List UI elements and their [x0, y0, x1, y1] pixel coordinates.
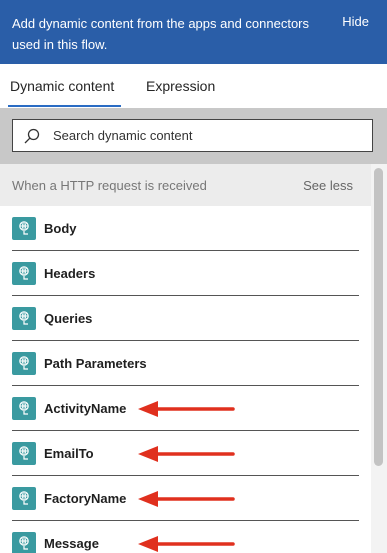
list-item[interactable]: EmailTo: [0, 431, 371, 476]
http-request-icon: [12, 307, 36, 330]
red-arrow-icon: [138, 491, 235, 507]
list-item[interactable]: FactoryName: [0, 476, 371, 521]
search-input[interactable]: [53, 120, 363, 151]
item-label: Message: [44, 536, 99, 551]
section-header: When a HTTP request is received See less: [0, 164, 371, 206]
http-request-icon: [12, 352, 36, 375]
item-label: Headers: [44, 266, 96, 281]
red-arrow-icon: [138, 401, 235, 417]
list-item[interactable]: Queries: [0, 296, 371, 341]
item-label: Body: [44, 221, 77, 236]
http-request-icon: [12, 262, 36, 285]
active-tab-indicator: [8, 105, 121, 107]
red-arrow-icon: [138, 536, 235, 552]
list-item[interactable]: ActivityName: [0, 386, 371, 431]
red-arrow-icon: [138, 446, 235, 462]
tab-dynamic-content[interactable]: Dynamic content: [10, 78, 114, 94]
scrollbar-thumb[interactable]: [374, 168, 383, 466]
search-icon: [24, 128, 40, 144]
search-box[interactable]: [12, 119, 373, 152]
list-item[interactable]: Headers: [0, 251, 371, 296]
header-description: Add dynamic content from the apps and co…: [12, 16, 310, 52]
http-request-icon: [12, 442, 36, 465]
search-area: [0, 108, 387, 164]
item-label: EmailTo: [44, 446, 94, 461]
http-request-icon: [12, 397, 36, 420]
list-item[interactable]: Path Parameters: [0, 341, 371, 386]
http-request-icon: [12, 217, 36, 240]
item-label: Queries: [44, 311, 93, 326]
see-less-link[interactable]: See less: [303, 178, 353, 193]
section-title: When a HTTP request is received: [12, 178, 207, 193]
info-header: Add dynamic content from the apps and co…: [0, 0, 387, 64]
item-label: FactoryName: [44, 491, 127, 506]
item-label: ActivityName: [44, 401, 127, 416]
list-item[interactable]: Message: [0, 521, 371, 553]
tab-expression[interactable]: Expression: [146, 78, 215, 94]
tab-bar: Dynamic content Expression: [0, 64, 387, 108]
hide-button[interactable]: Hide: [342, 14, 369, 29]
list-item[interactable]: Body: [0, 206, 371, 251]
http-request-icon: [12, 487, 36, 510]
item-label: Path Parameters: [44, 356, 147, 371]
http-request-icon: [12, 532, 36, 553]
dynamic-content-list: Body Headers Queries Path Parameters Act…: [0, 206, 371, 553]
